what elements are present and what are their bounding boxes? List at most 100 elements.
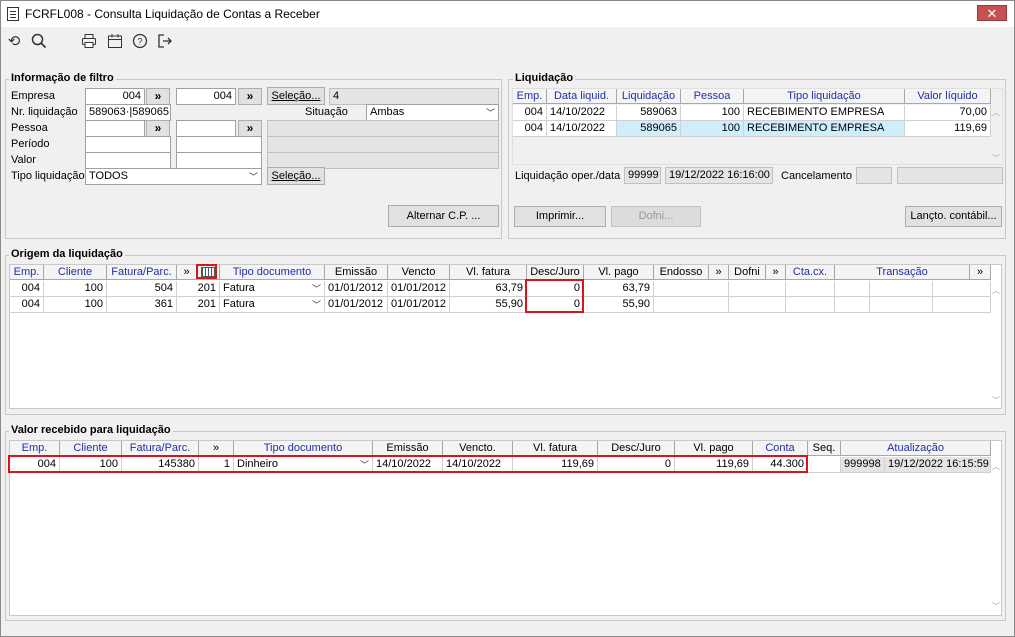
orig-col-dofni[interactable]: Dofni bbox=[729, 265, 766, 280]
orig-col-emp[interactable]: Emp. bbox=[10, 265, 44, 280]
liq-row-2-tipo[interactable]: RECEBIMENTO EMPRESA bbox=[744, 121, 905, 137]
scroll-up-icon[interactable]: ︿ bbox=[992, 461, 1000, 472]
orig-col-transacao[interactable]: Transação bbox=[835, 265, 970, 280]
scroll-up-icon[interactable]: ︿ bbox=[992, 285, 1000, 296]
periodo-to-input[interactable] bbox=[176, 136, 262, 153]
empresa-to-lookup-button[interactable]: » bbox=[238, 88, 262, 105]
orig-row-2-vl-fatura[interactable]: 55,90 bbox=[450, 297, 527, 313]
scroll-down-icon[interactable]: ﹀ bbox=[992, 395, 1000, 406]
rec-col-emp[interactable]: Emp. bbox=[10, 441, 60, 456]
liq-row-2-emp[interactable]: 004 bbox=[513, 121, 547, 137]
orig-col-vl-pago[interactable]: Vl. pago bbox=[584, 265, 654, 280]
orig-col-cta-cx[interactable]: Cta.cx. bbox=[786, 265, 835, 280]
liq-col-valor[interactable]: Valor líquido bbox=[905, 89, 991, 104]
liq-row-1-data[interactable]: 14/10/2022 bbox=[547, 105, 617, 121]
situacao-select[interactable]: Ambas ﹀ bbox=[366, 104, 499, 121]
orig-row-1-vl-fatura[interactable]: 63,79 bbox=[450, 281, 527, 297]
liq-row-2-valor[interactable]: 119,69 bbox=[905, 121, 991, 137]
orig-row-1-transacao-extra[interactable] bbox=[933, 281, 991, 297]
scroll-up-icon[interactable]: ︿ bbox=[992, 107, 1000, 118]
liq-row-1-valor[interactable]: 70,00 bbox=[905, 105, 991, 121]
search-icon[interactable] bbox=[30, 33, 48, 51]
empresa-lookup-button[interactable]: » bbox=[146, 88, 170, 105]
rec-col-conta[interactable]: Conta bbox=[753, 441, 808, 456]
orig-col-endosso[interactable]: Endosso bbox=[654, 265, 709, 280]
orig-row-1-fatura[interactable]: 504 bbox=[107, 281, 177, 297]
rec-col-expand[interactable]: » bbox=[199, 441, 234, 456]
orig-row-2-cta-cx[interactable] bbox=[786, 297, 835, 313]
orig-row-1-emissao[interactable]: 01/01/2012 bbox=[325, 281, 388, 297]
orig-col-expand[interactable]: » bbox=[177, 265, 197, 280]
orig-row-1-tipo-doc[interactable]: Fatura ﹀ bbox=[220, 281, 325, 297]
orig-row-1-dofni[interactable] bbox=[729, 281, 786, 297]
orig-row-2-transacao-code[interactable] bbox=[835, 297, 870, 313]
orig-row-1-transacao-code[interactable] bbox=[835, 281, 870, 297]
liq-row-1-pessoa[interactable]: 100 bbox=[681, 105, 744, 121]
dofni-button[interactable]: Dofni... bbox=[611, 206, 701, 227]
liq-row-1-liquidacao[interactable]: 589063 bbox=[617, 105, 681, 121]
rec-col-emissao[interactable]: Emissão bbox=[373, 441, 443, 456]
orig-col-vencto[interactable]: Vencto bbox=[388, 265, 450, 280]
liq-col-data[interactable]: Data liquid. bbox=[547, 89, 617, 104]
orig-row-2-emp[interactable]: 004 bbox=[10, 297, 44, 313]
empresa-from-input[interactable]: 004 bbox=[85, 88, 145, 105]
orig-row-2-transacao-extra[interactable] bbox=[933, 297, 991, 313]
rec-col-tipo-doc[interactable]: Tipo documento bbox=[234, 441, 373, 456]
rec-col-cliente[interactable]: Cliente bbox=[60, 441, 122, 456]
pessoa-lookup-button[interactable]: » bbox=[146, 120, 170, 137]
valor-from-input[interactable] bbox=[85, 152, 171, 169]
rec-col-fatura[interactable]: Fatura/Parc. bbox=[122, 441, 199, 456]
orig-row-1-endosso[interactable] bbox=[654, 281, 729, 297]
liq-col-tipo[interactable]: Tipo liquidação bbox=[744, 89, 905, 104]
undo-icon[interactable]: ⟲ bbox=[5, 33, 23, 51]
calendar-icon[interactable] bbox=[106, 33, 124, 51]
orig-row-1-emp[interactable]: 004 bbox=[10, 281, 44, 297]
orig-row-2-emissao[interactable]: 01/01/2012 bbox=[325, 297, 388, 313]
orig-row-2-transacao-desc[interactable] bbox=[870, 297, 933, 313]
orig-col-vl-fatura[interactable]: Vl. fatura bbox=[450, 265, 527, 280]
orig-col-desc-juro[interactable]: Desc/Juro bbox=[527, 265, 584, 280]
pessoa-from-input[interactable] bbox=[85, 120, 145, 137]
liq-col-pessoa[interactable]: Pessoa bbox=[681, 89, 744, 104]
empresa-selecao-button[interactable]: Seleção... bbox=[267, 87, 325, 105]
liq-row-2-pessoa[interactable]: 100 bbox=[681, 121, 744, 137]
orig-row-2-cliente[interactable]: 100 bbox=[44, 297, 107, 313]
liq-col-liquidacao[interactable]: Liquidação bbox=[617, 89, 681, 104]
valor-to-input[interactable] bbox=[176, 152, 262, 169]
rec-row-1-seq[interactable] bbox=[808, 457, 841, 473]
liq-row-2-data[interactable]: 14/10/2022 bbox=[547, 121, 617, 137]
orig-row-2-vencto[interactable]: 01/01/2012 bbox=[388, 297, 450, 313]
alternar-cp-button[interactable]: Alternar C.P. ... bbox=[388, 205, 499, 227]
rec-col-desc-juro[interactable]: Desc/Juro bbox=[598, 441, 675, 456]
rec-col-atualizacao[interactable]: Atualização bbox=[841, 441, 991, 456]
orig-col-dofni-expand[interactable]: » bbox=[766, 265, 786, 280]
liq-row-2-liquidacao[interactable]: 589065 bbox=[617, 121, 681, 137]
orig-col-emissao[interactable]: Emissão bbox=[325, 265, 388, 280]
liq-row-1-tipo[interactable]: RECEBIMENTO EMPRESA bbox=[744, 105, 905, 121]
print-icon[interactable] bbox=[80, 33, 98, 51]
liq-row-1-emp[interactable]: 004 bbox=[513, 105, 547, 121]
orig-row-2-vl-pago[interactable]: 55,90 bbox=[584, 297, 654, 313]
imprimir-button[interactable]: Imprimir... bbox=[514, 206, 606, 227]
pessoa-to-lookup-button[interactable]: » bbox=[238, 120, 262, 137]
tipo-liquidacao-select[interactable]: TODOS ﹀ bbox=[85, 168, 262, 185]
orig-row-1-cliente[interactable]: 100 bbox=[44, 281, 107, 297]
nrliq-input[interactable]: 589063·|589065 bbox=[85, 104, 171, 121]
rec-col-vencto[interactable]: Vencto. bbox=[443, 441, 513, 456]
close-button[interactable]: ✕ bbox=[977, 5, 1007, 21]
orig-col-tipo-doc[interactable]: Tipo documento bbox=[220, 265, 325, 280]
orig-col-fatura[interactable]: Fatura/Parc. bbox=[107, 265, 177, 280]
orig-row-2-dofni[interactable] bbox=[729, 297, 786, 313]
orig-col-cliente[interactable]: Cliente bbox=[44, 265, 107, 280]
periodo-from-input[interactable] bbox=[85, 136, 171, 153]
rec-col-vl-fatura[interactable]: Vl. fatura bbox=[513, 441, 598, 456]
rec-col-seq[interactable]: Seq. bbox=[808, 441, 841, 456]
scroll-down-icon[interactable]: ﹀ bbox=[992, 153, 1000, 164]
orig-row-1-cta-cx[interactable] bbox=[786, 281, 835, 297]
orig-row-2-tipo-doc[interactable]: Fatura ﹀ bbox=[220, 297, 325, 313]
orig-row-2-fatura[interactable]: 361 bbox=[107, 297, 177, 313]
lancto-contabil-button[interactable]: Lançto. contábil... bbox=[905, 206, 1002, 227]
orig-row-2-endosso[interactable] bbox=[654, 297, 729, 313]
tipo-selecao-button[interactable]: Seleção... bbox=[267, 167, 325, 185]
help-icon[interactable]: ? bbox=[131, 33, 149, 51]
